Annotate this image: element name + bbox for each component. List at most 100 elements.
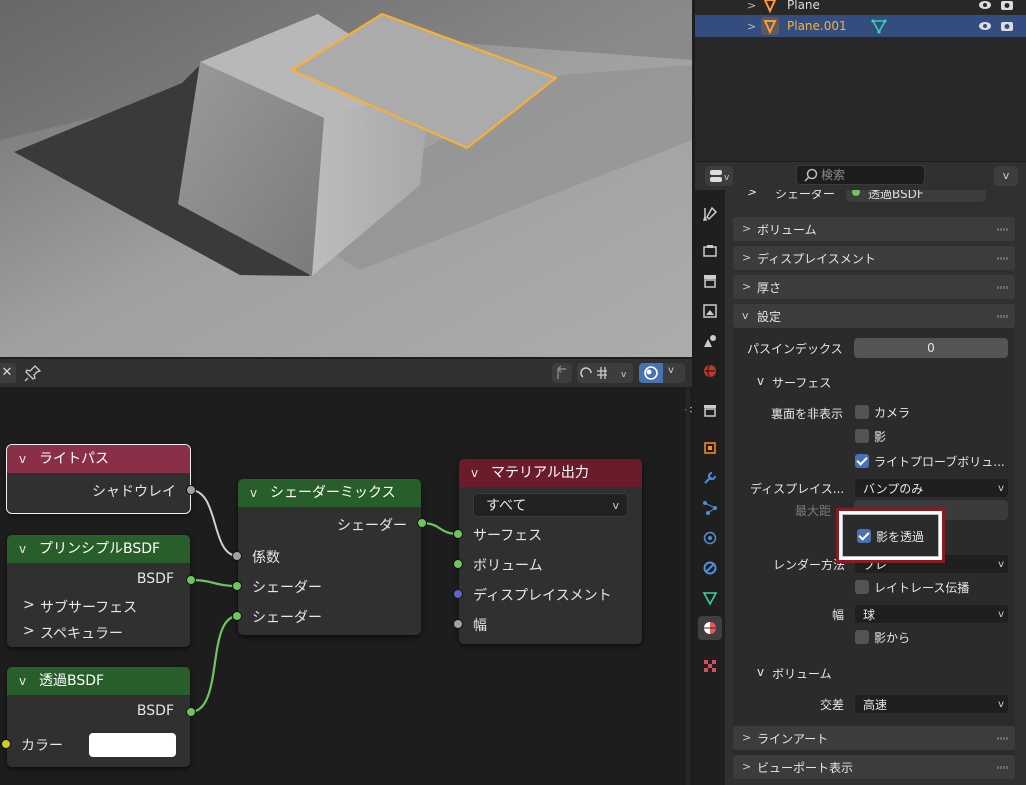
collapse-chevron-icon[interactable]: v [19,667,26,695]
3d-viewport[interactable] [0,0,692,357]
tab-view-layer[interactable] [698,299,722,323]
tab-object[interactable] [698,436,722,460]
color-swatch[interactable] [89,733,176,757]
displacement-method-dropdown[interactable]: バンプのみ v [854,478,1009,498]
close-icon[interactable]: ✕ [0,363,16,383]
outliner-item-name[interactable]: Plane.001 [787,19,847,33]
checkbox[interactable] [855,454,869,468]
input-socket[interactable] [232,551,242,561]
tab-material[interactable] [698,616,722,640]
target-dropdown[interactable]: すべて v [473,493,628,517]
node-header[interactable]: v ライトパス [7,445,190,473]
camera-icon[interactable] [999,18,1015,37]
pass-index-field[interactable]: 0 [854,338,1008,358]
checkbox-light-probe[interactable]: ライトプローブボリュ... [855,452,1005,470]
expand-chevron-icon[interactable]: > [747,20,756,33]
node-header[interactable]: v シェーダーミックス [238,479,421,507]
shader-row-chevron[interactable]: > [747,190,757,199]
eye-icon[interactable] [977,18,993,37]
properties-search[interactable] [796,165,925,185]
search-input[interactable] [821,167,921,183]
checkbox[interactable] [855,580,869,594]
checkbox-transparent-shadow[interactable]: 影を透過 [857,527,924,545]
input-socket[interactable] [453,589,463,599]
expand-chevron-icon[interactable]: > [747,0,756,12]
volume-subpanel-title[interactable]: ボリューム [772,665,832,682]
subpanel-subsurface[interactable]: サブサーフェス [40,597,137,617]
tab-scene[interactable] [698,329,722,353]
drag-grip-icon[interactable] [997,257,1009,260]
tab-texture[interactable] [698,654,722,678]
surface-subpanel-title[interactable]: サーフェス [772,374,831,391]
drag-grip-icon[interactable] [997,228,1009,231]
drag-grip-icon[interactable] [997,766,1009,769]
input-socket[interactable] [453,529,463,539]
panel-thickness[interactable]: > 厚さ [733,275,1015,299]
checkbox[interactable] [855,405,869,419]
shader-node-editor[interactable]: < vライトパス シャドウレイ vプリンシプルBSDF BSDF > サブサーフ… [0,387,692,785]
collapse-chevron-icon[interactable]: v [19,535,26,563]
panel-lineart[interactable]: > ラインアート [733,726,1015,750]
input-socket[interactable] [453,619,463,629]
node-header[interactable]: v 透過BSDF [7,667,190,695]
mesh-data-icon[interactable] [871,18,887,37]
shader-selector[interactable]: 透過BSDF [846,190,986,202]
collapse-chevron-icon[interactable]: v [250,479,257,507]
node-mix-shader[interactable]: v シェーダーミックス シェーダー 係数 シェーダー シェーダー [232,479,427,635]
tab-collection[interactable] [698,398,722,422]
volume-subpanel-chevron[interactable]: v [757,665,764,679]
input-socket[interactable] [453,559,463,569]
output-socket[interactable] [417,518,427,528]
output-socket[interactable] [186,707,196,717]
tab-physics[interactable] [698,526,722,550]
tab-particles[interactable] [698,496,722,520]
checkbox[interactable] [855,429,869,443]
options-dropdown[interactable]: v [994,166,1018,186]
outliner-row-plane[interactable]: > Plane [695,0,1026,16]
input-socket[interactable] [232,611,242,621]
eye-icon[interactable] [977,0,993,16]
subpanel-chevron-icon[interactable]: > [23,623,35,639]
output-socket[interactable] [186,575,196,585]
node-light-path[interactable]: v ライトパス シャドウレイ [6,444,196,514]
node-material-output[interactable]: v マテリアル出力 すべて v サーフェス ボリューム ディスプレイスメント 幅 [453,459,642,644]
snap-settings-group[interactable]: v [577,363,633,383]
node-header[interactable]: v プリンシプルBSDF [7,535,190,563]
overlay-toggle[interactable]: v [639,363,685,383]
node-principled-bsdf[interactable]: v プリンシプルBSDF BSDF > サブサーフェス > スペキュラー [7,535,196,647]
panel-settings[interactable]: v 設定 [733,304,1015,328]
panel-volume[interactable]: > ボリューム [733,217,1015,241]
input-socket[interactable] [232,581,242,591]
parent-node-tree-button[interactable] [552,363,572,383]
output-socket[interactable] [186,485,196,495]
collapse-chevron-icon[interactable]: v [471,459,478,487]
drag-grip-icon[interactable] [997,315,1009,318]
tab-modifiers[interactable] [698,466,722,490]
subpanel-chevron-icon[interactable]: > [23,597,35,613]
drag-grip-icon[interactable] [997,286,1009,289]
tab-render[interactable] [698,239,722,263]
checkbox-camera[interactable]: カメラ [855,403,910,421]
collapse-chevron-icon[interactable]: v [19,445,26,473]
tab-output[interactable] [698,269,722,293]
tab-world[interactable] [698,359,722,383]
camera-icon[interactable] [999,0,1015,16]
tab-tool[interactable] [698,202,722,226]
checkbox-raytrace[interactable]: レイトレース伝播 [855,578,969,596]
checkbox[interactable] [857,529,871,543]
node-header[interactable]: v マテリアル出力 [459,459,642,487]
panel-viewport-display[interactable]: > ビューポート表示 [733,755,1015,779]
node-transparent-bsdf[interactable]: v 透過BSDF BSDF カラー [1,667,196,767]
surface-subpanel-chevron[interactable]: v [757,374,764,388]
input-socket[interactable] [1,739,11,749]
scrollbar[interactable] [686,387,690,785]
checkbox-from-shadow[interactable]: 影から [855,628,910,646]
outliner-item-name[interactable]: Plane [787,0,820,12]
width-dropdown[interactable]: 球v [854,604,1009,624]
pin-icon[interactable] [24,364,42,386]
tab-data[interactable] [698,586,722,610]
subpanel-specular[interactable]: スペキュラー [40,623,123,643]
editor-type-button[interactable]: v [705,166,733,186]
panel-displacement[interactable]: > ディスプレイスメント [733,246,1015,270]
checkbox[interactable] [855,630,869,644]
